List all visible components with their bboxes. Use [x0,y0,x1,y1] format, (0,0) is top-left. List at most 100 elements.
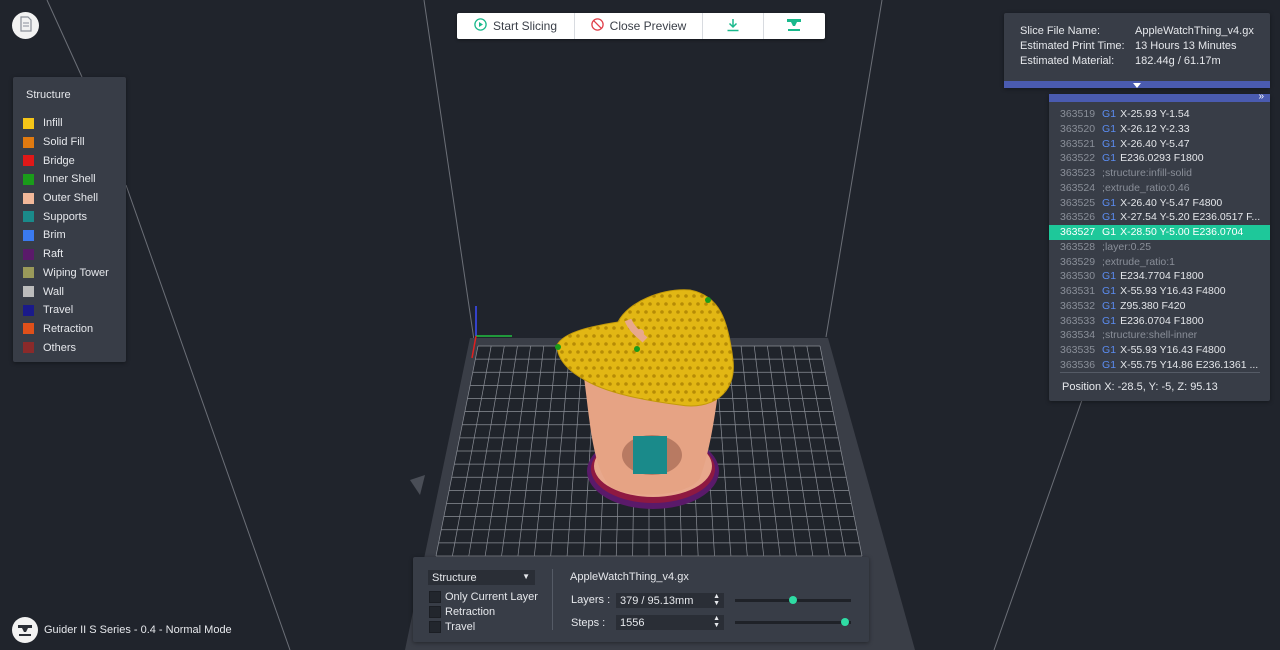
dropdown-caret-icon: ▼ [522,572,530,581]
gcode-line[interactable]: 363520 G1 X-26.12 Y-2.33 [1049,122,1270,137]
legend-label: Travel [43,304,74,317]
gcode-command: G1 [1102,226,1117,238]
gcode-arguments: Z95.380 F420 [1120,299,1186,312]
gcode-line[interactable]: 363533 G1 E236.0704 F1800 [1049,314,1270,329]
layers-spinbox[interactable]: 379 / 95.13mm ▲ ▼ [616,593,724,608]
slice-file-name-value: AppleWatchThing_v4.gx [1135,25,1254,37]
gcode-line[interactable]: 363522 G1 E236.0293 F1800 [1049,151,1270,166]
retraction-checkbox[interactable]: Retraction [429,606,495,618]
gcode-panel: » 363519 G1 X-25.93 Y-1.54 363520 G1 X-26.12 … [1049,91,1270,401]
gcode-line[interactable]: 363521 G1 X-26.40 Y-5.47 [1049,137,1270,152]
legend-item: Retraction [23,320,109,339]
position-readout: Position X: -28.5, Y: -5, Z: 95.13 [1062,381,1218,393]
legend-item: Bridge [23,151,109,170]
gcode-line[interactable]: 363534 ;structure:shell-inner [1049,328,1270,343]
material-row: Estimated Material: 182.44g / 61.17m [1020,55,1221,67]
document-icon [19,16,33,35]
gcode-arguments: X-25.93 Y-1.54 [1120,108,1190,120]
start-slicing-label: Start Slicing [493,19,558,33]
file-button[interactable] [12,12,39,39]
gcode-arguments: E234.7704 F1800 [1120,270,1204,283]
steps-spinbox[interactable]: 1556 ▲ ▼ [616,615,724,630]
gcode-line-number: 363534 [1060,329,1096,342]
legend-item: Supports [23,207,109,226]
gcode-command: G1 [1102,137,1117,150]
gcode-line[interactable]: 363525 G1 X-26.40 Y-5.47 F4800 [1049,196,1270,211]
gcode-arguments: X-28.50 Y-5.00 E236.0704 [1120,226,1244,238]
gcode-line[interactable]: 363524 ;extrude_ratio:0.46 [1049,181,1270,196]
retraction-label: Retraction [445,606,496,618]
printer-profile-label: Guider II S Series - 0.4 - Normal Mode [44,624,232,636]
gcode-line[interactable]: 363528 ;layer:0.25 [1049,240,1270,255]
gcode-command: G1 [1102,211,1117,224]
layers-value: 379 / 95.13mm [620,594,694,607]
gcode-line[interactable]: 363536 G1 X-55.75 Y14.86 E236.1361 ... [1049,358,1270,373]
travel-checkbox[interactable]: Travel [429,621,475,633]
legend-swatch [23,211,34,223]
checkbox-box[interactable] [429,591,441,603]
legend-item: Inner Shell [23,170,109,189]
legend-swatch [23,155,34,167]
gcode-line[interactable]: 363526 G1 X-27.54 Y-5.20 E236.0517 F... [1049,210,1270,225]
legend-label: Brim [43,229,66,242]
gcode-line[interactable]: 363523 ;structure:infill-solid [1049,166,1270,181]
gcode-arguments: X-55.75 Y14.86 E236.1361 ... [1120,358,1259,371]
gcode-line-number: 363525 [1060,196,1096,209]
export-button[interactable] [703,13,764,39]
gcode-line[interactable]: 363530 G1 E234.7704 F1800 [1049,269,1270,284]
steps-label: Steps : [571,617,606,629]
only-current-layer-checkbox[interactable]: Only Current Layer [429,591,538,603]
legend-swatch [23,229,34,241]
checkbox-box[interactable] [429,606,441,618]
slice-info-panel: Slice File Name: AppleWatchThing_v4.gx Es… [1004,13,1270,88]
layers-slider[interactable] [735,596,851,604]
spin-arrows-icon[interactable]: ▲ ▼ [713,615,720,629]
legend-item: Outer Shell [23,189,109,208]
gcode-line[interactable]: 363531 G1 X-55.93 Y16.43 F4800 [1049,284,1270,299]
gcode-command: G1 [1102,122,1117,135]
start-slicing-button[interactable]: Start Slicing [457,13,576,39]
steps-slider-handle[interactable] [841,618,850,626]
legend-label: Solid Fill [43,136,85,149]
steps-slider[interactable] [735,618,851,626]
gcode-line[interactable]: 363532 G1 Z95.380 F420 [1049,299,1270,314]
gcode-arguments: ;layer:0.25 [1102,240,1152,253]
print-time-row: Estimated Print Time: 13 Hours 13 Minutes [1020,40,1237,52]
spin-arrows-icon[interactable]: ▲ ▼ [713,593,720,607]
gcode-arguments: ;extrude_ratio:1 [1102,255,1176,268]
printer-footer[interactable]: Guider II S Series - 0.4 - Normal Mode [12,617,232,643]
close-preview-button[interactable]: Close Preview [575,13,703,39]
legend-label: Raft [43,248,64,261]
panel-divider [552,569,553,630]
gcode-line[interactable]: 363529 ;extrude_ratio:1 [1049,255,1270,270]
play-icon [474,18,487,34]
info-collapse-toggle[interactable] [1004,81,1270,88]
layers-slider-handle[interactable] [789,596,797,604]
gcode-arguments: X-27.54 Y-5.20 E236.0517 F... [1120,211,1261,224]
close-preview-label: Close Preview [609,19,687,33]
checkbox-box[interactable] [429,621,441,633]
gcode-arguments: E236.0293 F1800 [1120,152,1204,165]
legend-label: Others [43,341,77,354]
prohibited-icon [590,18,604,34]
legend-swatch [23,267,34,279]
gcode-command: G1 [1102,344,1117,356]
caret-down-icon [1133,79,1141,91]
gcode-panel-header: » [1049,91,1270,102]
printer-icon[interactable] [12,617,38,643]
gcode-line-number: 363523 [1060,167,1096,179]
gcode-line-number: 363532 [1060,299,1096,312]
legend-label: Infill [43,117,63,130]
gcode-arguments: X-55.93 Y16.43 F4800 [1120,344,1226,356]
expand-icon[interactable]: » [1258,91,1264,102]
view-mode-select[interactable]: Structure ▼ [428,570,535,585]
gcode-line[interactable]: 363519 G1 X-25.93 Y-1.54 [1049,107,1270,122]
send-to-printer-button[interactable] [764,13,826,39]
gcode-line[interactable]: 363535 G1 X-55.93 Y16.43 F4800 [1049,343,1270,358]
gcode-line[interactable]: 363527 G1 X-28.50 Y-5.00 E236.0704 [1049,225,1270,240]
gcode-line-number: 363522 [1060,152,1096,165]
gcode-line-number: 363526 [1060,211,1096,224]
gcode-arguments: ;structure:shell-inner [1102,329,1198,342]
legend-item: Solid Fill [23,133,109,152]
gcode-command: G1 [1102,314,1117,327]
